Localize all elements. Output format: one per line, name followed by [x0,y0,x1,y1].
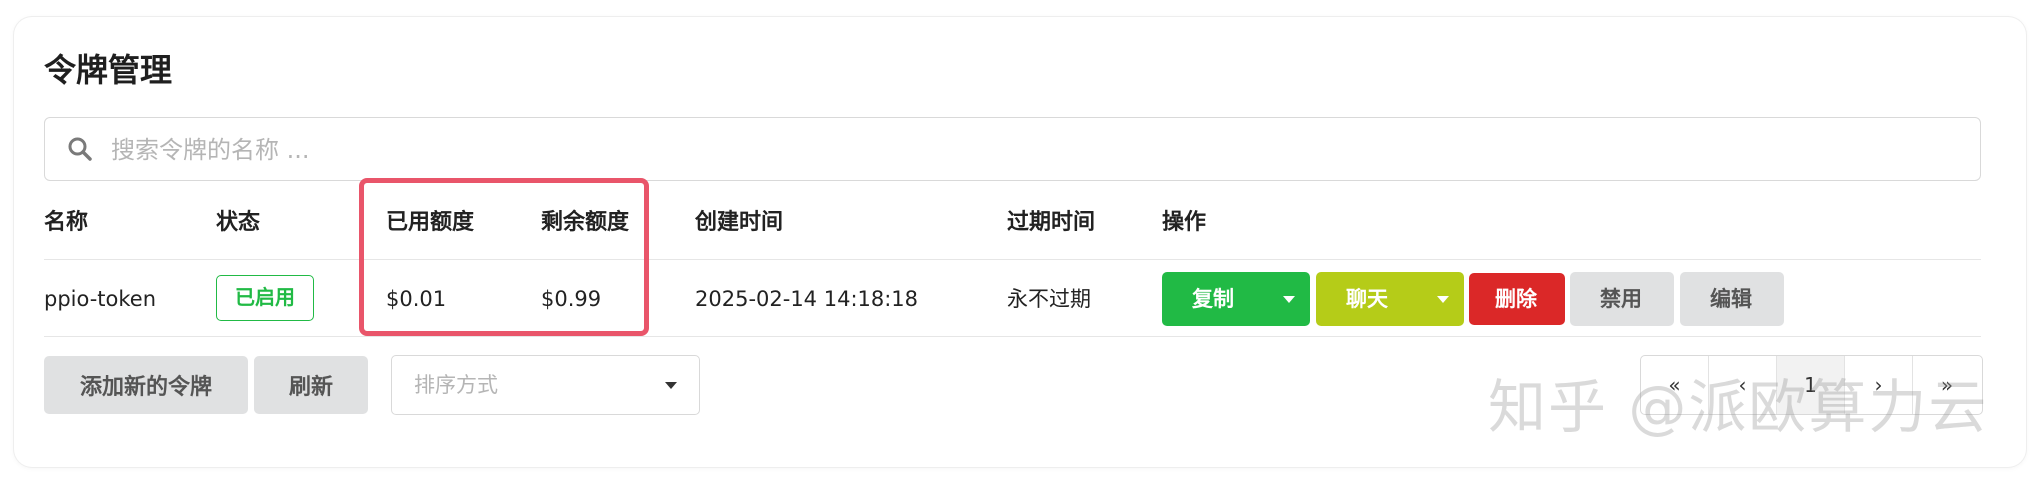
column-header-actions: 操作 [1162,210,1207,235]
disable-button[interactable]: 禁用 [1570,272,1674,326]
refresh-button[interactable]: 刷新 [254,356,368,414]
copy-button-label: 复制 [1192,287,1234,311]
next-page-button[interactable]: › [1845,356,1913,414]
created-time: 2025-02-14 14:18:18 [695,287,919,311]
token-name: ppio-token [44,287,157,311]
table-header-divider [44,259,1981,260]
column-header-expiry-time: 过期时间 [1007,210,1096,235]
used-quota: $0.01 [386,287,447,311]
search-input[interactable] [109,128,1963,172]
chevron-down-icon[interactable] [1437,296,1449,303]
column-header-created-time: 创建时间 [695,210,784,235]
pagination: « ‹ 1 › » [1640,355,1983,415]
column-header-name: 名称 [44,210,89,235]
prev-page-button[interactable]: ‹ [1709,356,1777,414]
chat-button[interactable]: 聊天 [1316,272,1464,326]
remaining-quota: $0.99 [541,287,602,311]
last-page-button[interactable]: » [1913,356,1981,414]
search-box[interactable] [44,117,1981,181]
first-page-button[interactable]: « [1641,356,1709,414]
status-badge: 已启用 [216,275,314,321]
page-title: 令牌管理 [44,51,173,89]
copy-button[interactable]: 复制 [1162,272,1310,326]
column-header-remaining-quota: 剩余额度 [541,210,630,235]
edit-button[interactable]: 编辑 [1680,272,1784,326]
chat-button-label: 聊天 [1346,287,1388,311]
delete-button-label: 删除 [1495,287,1537,311]
chevron-down-icon [665,382,677,389]
disable-button-label: 禁用 [1600,287,1642,311]
delete-button[interactable]: 删除 [1469,273,1565,325]
sort-dropdown[interactable]: 排序方式 [391,355,700,415]
page-number-button[interactable]: 1 [1777,356,1845,414]
expiry-time: 永不过期 [1007,287,1091,311]
column-header-status: 状态 [216,210,261,235]
search-icon [68,137,92,161]
chevron-down-icon[interactable] [1283,296,1295,303]
sort-dropdown-placeholder: 排序方式 [414,373,498,397]
column-header-used-quota: 已用额度 [386,210,475,235]
edit-button-label: 编辑 [1710,287,1752,311]
table-row-divider [44,336,1981,337]
add-token-button[interactable]: 添加新的令牌 [44,356,248,414]
